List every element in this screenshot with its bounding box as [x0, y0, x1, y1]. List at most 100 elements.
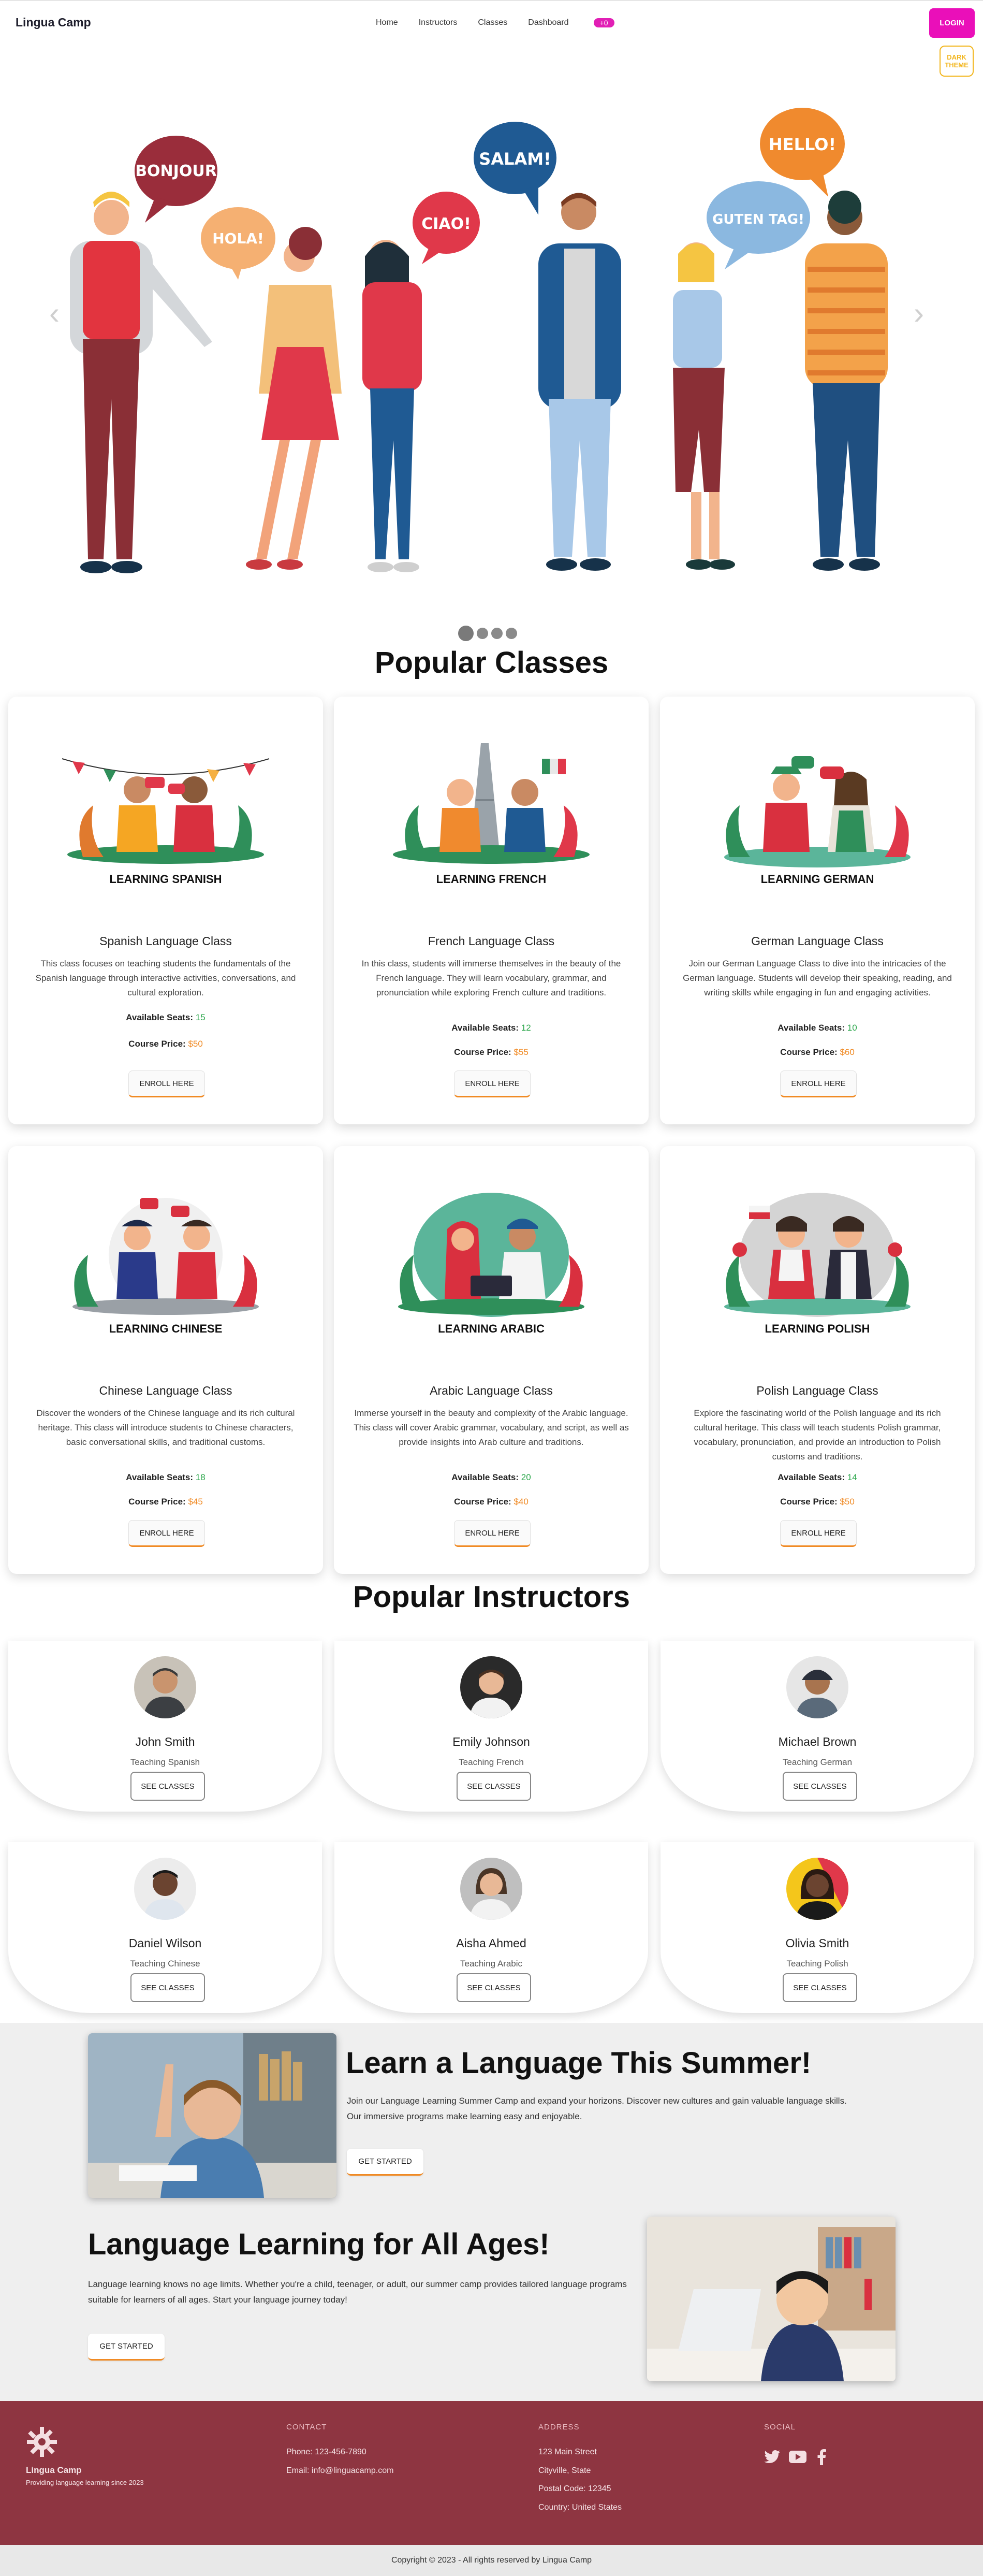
- see-classes-button[interactable]: SEE CLASSES: [783, 1772, 857, 1801]
- instructor-subject: Teaching Chinese: [130, 1959, 200, 1969]
- carousel-dot-1[interactable]: [458, 626, 474, 641]
- get-started-button-2[interactable]: GET STARTED: [88, 2334, 165, 2361]
- class-description: This class focuses on teaching students …: [35, 959, 296, 997]
- instructor-card: Emily Johnson Teaching French SEE CLASSE…: [334, 1641, 648, 1812]
- available-seats: Available Seats: 20: [451, 1472, 531, 1482]
- enroll-button[interactable]: ENROLL HERE: [780, 1520, 857, 1547]
- class-title: Polish Language Class: [756, 1384, 878, 1397]
- facebook-icon[interactable]: [817, 2449, 826, 2465]
- see-classes-button[interactable]: SEE CLASSES: [130, 1973, 205, 2002]
- promo-title-1: Learn a Language This Summer!: [346, 2046, 812, 2080]
- footer-email[interactable]: Email: info@linguacamp.com: [286, 2466, 393, 2476]
- youtube-icon[interactable]: [789, 2451, 806, 2463]
- dark-theme-label: DARK THEME: [945, 53, 969, 69]
- login-button[interactable]: LOGIN: [929, 8, 975, 38]
- enroll-button[interactable]: ENROLL HERE: [780, 1070, 857, 1097]
- carousel-next-arrow[interactable]: ›: [914, 295, 924, 331]
- svg-text:GUTEN TAG!: GUTEN TAG!: [712, 212, 804, 227]
- enroll-button[interactable]: ENROLL HERE: [128, 1070, 205, 1097]
- footer-tagline: Providing language learning since 2023: [26, 2479, 144, 2486]
- dark-theme-toggle[interactable]: DARK THEME: [940, 46, 974, 77]
- summer-learner-photo: [88, 2033, 336, 2198]
- footer-contact-heading: CONTACT: [286, 2423, 327, 2432]
- brand-logo[interactable]: Lingua Camp: [16, 16, 91, 30]
- german-illustration: LEARNING GERMAN: [724, 756, 911, 886]
- available-seats: Available Seats: 10: [777, 1023, 857, 1033]
- enroll-button[interactable]: ENROLL HERE: [454, 1070, 531, 1097]
- bubble-guten-tag: GUTEN TAG!: [707, 181, 810, 269]
- carousel-prev-arrow[interactable]: ‹: [49, 295, 60, 331]
- bubble-salam: SALAM!: [474, 122, 556, 215]
- instructor-card: Daniel Wilson Teaching Chinese SEE CLASS…: [8, 1842, 322, 2013]
- course-price: Course Price: $50: [128, 1039, 203, 1049]
- person-1: [70, 192, 212, 573]
- top-navbar: Lingua Camp Home Instructors Classes Das…: [0, 0, 983, 44]
- see-classes-button[interactable]: SEE CLASSES: [130, 1772, 205, 1801]
- nav-home[interactable]: Home: [376, 18, 398, 27]
- polish-illustration: LEARNING POLISH: [724, 1193, 911, 1335]
- carousel-dot-2[interactable]: [477, 628, 488, 639]
- see-classes-button[interactable]: SEE CLASSES: [783, 1973, 857, 2002]
- class-card-chinese: LEARNING CHINESE Chinese Language Class …: [8, 1146, 323, 1574]
- instructor-subject: Teaching Arabic: [460, 1959, 523, 1969]
- promo-title-2: Language Learning for All Ages!: [88, 2227, 550, 2261]
- class-card-german: LEARNING GERMAN German Language Class Jo…: [660, 697, 975, 1124]
- avatar: [134, 1858, 196, 1920]
- footer-social-heading: SOCIAL: [764, 2423, 796, 2432]
- available-seats: Available Seats: 18: [126, 1472, 206, 1482]
- see-classes-button[interactable]: SEE CLASSES: [457, 1973, 531, 2002]
- class-title: Arabic Language Class: [430, 1384, 553, 1397]
- twitter-icon[interactable]: [764, 2450, 781, 2464]
- nav-classes[interactable]: Classes: [478, 18, 507, 27]
- svg-text:LEARNING CHINESE: LEARNING CHINESE: [109, 1322, 223, 1335]
- enroll-button[interactable]: ENROLL HERE: [454, 1520, 531, 1547]
- course-price: Course Price: $55: [454, 1047, 529, 1057]
- classes-section-title: Popular Classes: [374, 646, 609, 679]
- carousel-dot-3[interactable]: [491, 628, 503, 639]
- footer-address-line: 123 Main Street: [538, 2448, 597, 2456]
- avatar: [460, 1656, 522, 1718]
- svg-text:CIAO!: CIAO!: [421, 215, 471, 233]
- footer: Lingua Camp Providing language learning …: [0, 2401, 983, 2545]
- instructor-subject: Teaching Polish: [786, 1959, 848, 1969]
- nav-instructors[interactable]: Instructors: [419, 18, 458, 27]
- instructor-name: Daniel Wilson: [128, 1936, 202, 1950]
- footer-address-line: Cityville, State: [538, 2466, 591, 2475]
- person-5: [673, 242, 735, 570]
- footer-brand: Lingua Camp: [26, 2465, 82, 2475]
- course-price: Course Price: $40: [454, 1497, 529, 1507]
- instructor-subject: Teaching French: [459, 1757, 524, 1767]
- class-description: Discover the wonders of the Chinese lang…: [36, 1408, 295, 1447]
- nav-dashboard-label[interactable]: Dashboard: [528, 18, 568, 27]
- footer-phone[interactable]: Phone: 123-456-7890: [286, 2448, 366, 2457]
- promo-section: Learn a Language This Summer! Join our L…: [0, 2023, 983, 2401]
- available-seats: Available Seats: 15: [126, 1012, 206, 1022]
- instructor-name: Olivia Smith: [785, 1936, 849, 1950]
- instructor-name: Emily Johnson: [452, 1735, 530, 1748]
- nav-dashboard[interactable]: Dashboard +0: [528, 18, 635, 27]
- class-description: Join our German Language Class to dive i…: [683, 959, 952, 997]
- get-started-button-1[interactable]: GET STARTED: [347, 2149, 423, 2176]
- carousel-dot-4[interactable]: [506, 628, 517, 639]
- instructor-name: Aisha Ahmed: [456, 1936, 526, 1950]
- class-description: Explore the fascinating world of the Pol…: [694, 1408, 941, 1461]
- chinese-illustration: LEARNING CHINESE: [72, 1198, 259, 1335]
- svg-text:LEARNING POLISH: LEARNING POLISH: [765, 1322, 870, 1335]
- avatar: [786, 1858, 848, 1920]
- avatar: [460, 1858, 522, 1920]
- instructor-subject: Teaching German: [782, 1757, 853, 1767]
- svg-text:BONJOUR: BONJOUR: [135, 162, 217, 180]
- class-card-french: LEARNING FRENCH French Language Class In…: [334, 697, 649, 1124]
- avatar: [134, 1656, 196, 1718]
- arabic-illustration: LEARNING ARABIC: [398, 1193, 584, 1335]
- bubble-bonjour: BONJOUR: [135, 136, 217, 223]
- available-seats: Available Seats: 12: [451, 1023, 531, 1033]
- svg-text:HOLA!: HOLA!: [212, 230, 264, 247]
- enroll-button[interactable]: ENROLL HERE: [128, 1520, 205, 1547]
- svg-text:SALAM!: SALAM!: [479, 149, 551, 169]
- person-3: [362, 240, 422, 572]
- see-classes-button[interactable]: SEE CLASSES: [457, 1772, 531, 1801]
- class-card-spanish: LEARNING SPANISH Spanish Language Class …: [8, 697, 323, 1124]
- class-title: French Language Class: [428, 934, 555, 948]
- footer-address-heading: ADDRESS: [538, 2423, 580, 2432]
